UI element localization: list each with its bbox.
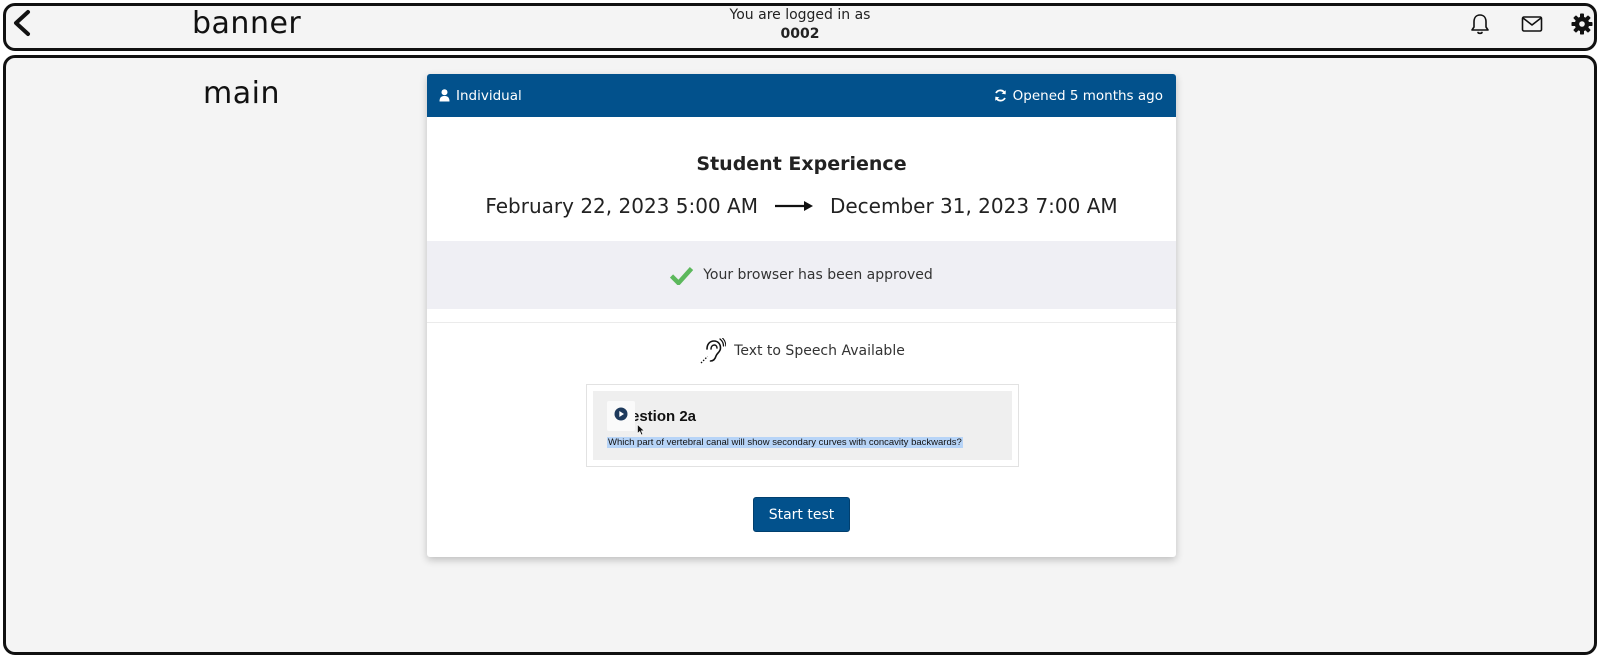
user-icon bbox=[439, 89, 450, 102]
browser-status-band: Your browser has been approved bbox=[427, 241, 1176, 309]
mouse-cursor-icon bbox=[637, 424, 645, 436]
preview-question-title: estion 2a bbox=[631, 408, 697, 425]
end-date: December 31, 2023 7:00 AM bbox=[829, 194, 1118, 218]
play-icon bbox=[614, 407, 628, 421]
main-region-label: main bbox=[203, 76, 280, 111]
bell-icon[interactable] bbox=[1468, 12, 1492, 36]
login-info: You are logged in as 0002 bbox=[700, 6, 900, 44]
tts-label: Text to Speech Available bbox=[734, 343, 905, 359]
chevron-left-icon[interactable] bbox=[10, 9, 34, 37]
start-test-button[interactable]: Start test bbox=[753, 497, 850, 532]
mode-indicator: Individual bbox=[439, 88, 522, 104]
refresh-icon bbox=[994, 89, 1006, 102]
banner-region-label: banner bbox=[192, 6, 302, 41]
ear-icon bbox=[700, 338, 727, 364]
preview-question-text: Which part of vertebral canal will show … bbox=[607, 437, 963, 448]
mode-label: Individual bbox=[456, 87, 522, 104]
opened-indicator: Opened 5 months ago bbox=[994, 88, 1163, 104]
user-id: 0002 bbox=[780, 26, 820, 42]
mail-icon[interactable] bbox=[1520, 12, 1544, 36]
logged-in-text: You are logged in as bbox=[729, 7, 871, 23]
checkmark-icon bbox=[670, 266, 694, 285]
opened-label: Opened 5 months ago bbox=[1012, 87, 1163, 104]
tts-preview-image: estion 2a Which part of vertebral canal … bbox=[593, 391, 1012, 460]
tts-preview: estion 2a Which part of vertebral canal … bbox=[586, 384, 1019, 467]
gear-icon[interactable] bbox=[1570, 12, 1594, 36]
start-date: February 22, 2023 5:00 AM bbox=[485, 194, 758, 218]
divider bbox=[427, 322, 1176, 323]
browser-status-text: Your browser has been approved bbox=[703, 267, 933, 283]
test-title: Student Experience bbox=[696, 153, 907, 175]
date-range: February 22, 2023 5:00 AM December 31, 2… bbox=[427, 194, 1176, 218]
card-header: Individual Opened 5 months ago bbox=[427, 74, 1176, 117]
test-card: Individual Opened 5 months ago Student E… bbox=[427, 74, 1176, 557]
arrow-right-icon bbox=[774, 201, 813, 211]
preview-play-button bbox=[607, 401, 635, 431]
tts-indicator: Text to Speech Available bbox=[427, 338, 1176, 364]
